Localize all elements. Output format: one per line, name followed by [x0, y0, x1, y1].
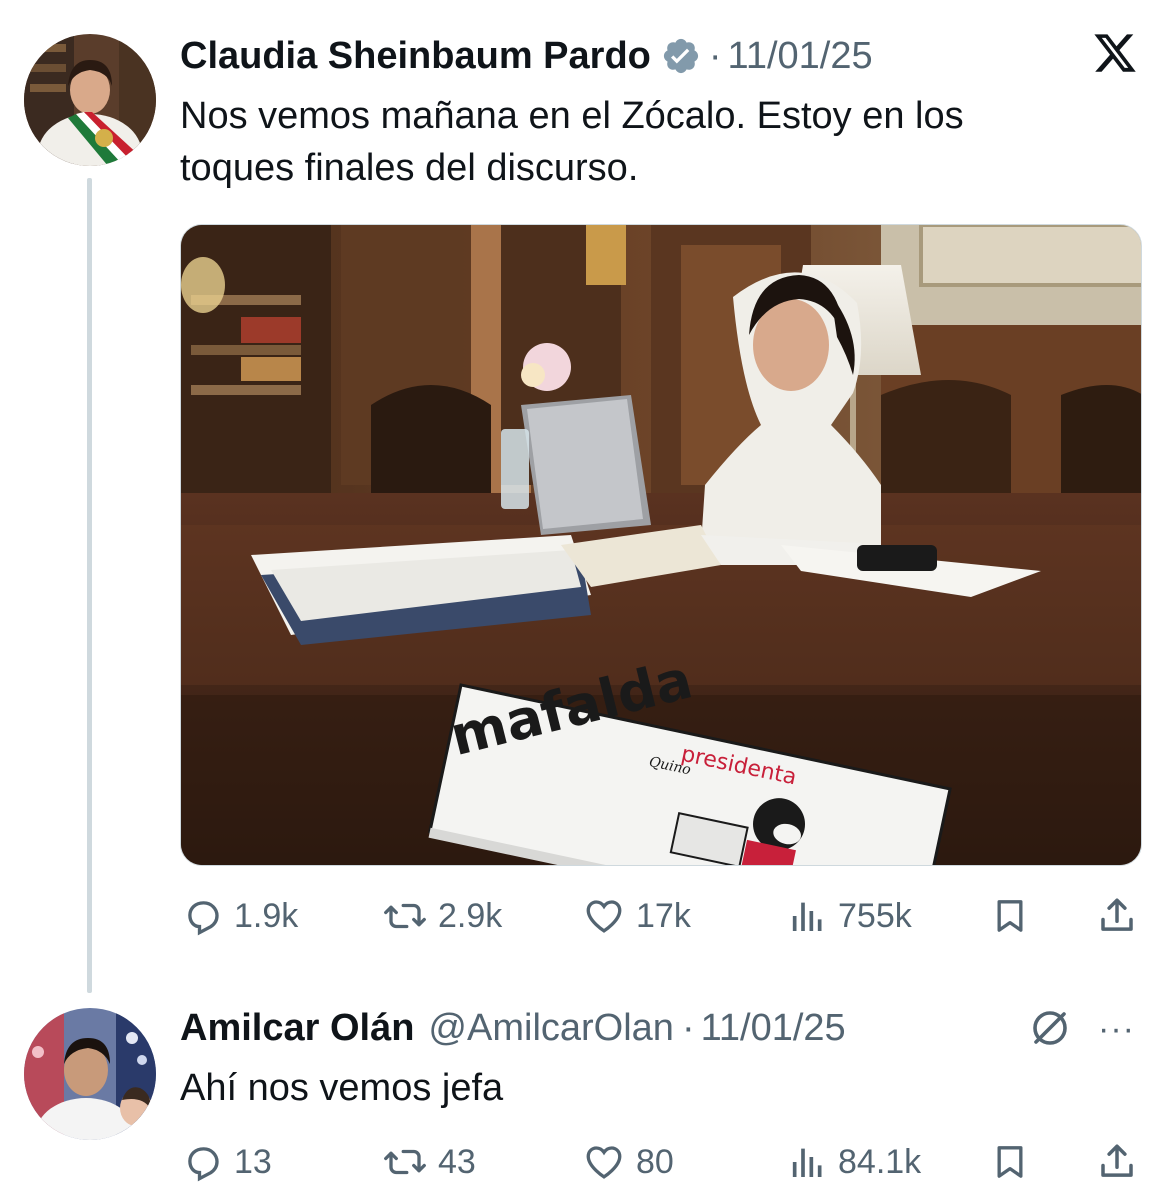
views-button[interactable]: 755k [788, 886, 912, 946]
share-button[interactable] [1096, 886, 1138, 946]
bookmark-icon [990, 894, 1030, 938]
repost-count: 2.9k [438, 896, 503, 935]
thread-line [87, 178, 92, 993]
repost-button[interactable]: 43 [382, 1132, 476, 1192]
tweet-actions: 1.9k 2.9k 17k 755k [0, 886, 1166, 946]
author-name[interactable]: Claudia Sheinbaum Pardo [180, 35, 651, 78]
like-count: 80 [636, 1142, 674, 1181]
reply-icon [182, 895, 224, 937]
bookmark-icon [990, 1140, 1030, 1184]
reply-count: 1.9k [234, 896, 299, 935]
avatar-amilcar[interactable] [24, 1008, 156, 1140]
heart-icon [582, 1141, 626, 1183]
like-count: 17k [636, 896, 691, 935]
repost-button[interactable]: 2.9k [382, 886, 502, 946]
repost-icon [382, 1141, 428, 1183]
more-icon[interactable]: ··· [1098, 1010, 1135, 1049]
views-icon [788, 1141, 828, 1183]
tweet-text: Nos vemos mañana en el Zócalo. Estoy en … [180, 90, 964, 194]
bookmark-button[interactable] [990, 886, 1030, 946]
avatar-claudia[interactable] [24, 34, 156, 166]
views-icon [788, 895, 828, 937]
tweet-date[interactable]: 11/01/25 [701, 1007, 846, 1050]
like-button[interactable]: 17k [582, 886, 691, 946]
like-button[interactable]: 80 [582, 1132, 674, 1192]
heart-icon [582, 895, 626, 937]
share-button[interactable] [1096, 1132, 1138, 1192]
tweet-reply[interactable]: Amilcar Olán @AmilcarOlan · 11/01/25 ···… [0, 990, 1166, 1200]
author-name[interactable]: Amilcar Olán [180, 1007, 414, 1050]
separator-dot: · [708, 34, 722, 77]
repost-count: 43 [438, 1142, 476, 1181]
tweet-actions: 13 43 80 84.1k [0, 1132, 1166, 1192]
tweet-text: Ahí nos vemos jefa [180, 1067, 504, 1109]
share-icon [1096, 894, 1138, 938]
views-count: 755k [838, 896, 912, 935]
reply-button[interactable]: 13 [182, 1132, 272, 1192]
verified-badge-icon [661, 36, 701, 76]
tweet-text-line: Nos vemos mañana en el Zócalo. Estoy en … [180, 95, 964, 137]
separator-dot: · [681, 1006, 695, 1049]
bookmark-button[interactable] [990, 1132, 1030, 1192]
author-handle[interactable]: @AmilcarOlan [428, 1007, 674, 1050]
repost-icon [382, 895, 428, 937]
tweet-date[interactable]: 11/01/25 [728, 35, 873, 78]
tweet-header: Claudia Sheinbaum Pardo · 11/01/25 [180, 30, 873, 82]
reply-icon [182, 1141, 224, 1183]
views-button[interactable]: 84.1k [788, 1132, 921, 1192]
x-logo-icon[interactable] [1092, 30, 1138, 76]
tweet-main[interactable]: Claudia Sheinbaum Pardo · 11/01/25 Nos v… [0, 0, 1166, 993]
tweet-header: Amilcar Olán @AmilcarOlan · 11/01/25 [180, 1002, 846, 1054]
reply-count: 13 [234, 1142, 272, 1181]
reply-button[interactable]: 1.9k [182, 886, 298, 946]
tweet-text-line: toques finales del discurso. [180, 147, 639, 189]
views-count: 84.1k [838, 1142, 922, 1181]
share-icon [1096, 1140, 1138, 1184]
tweet-photo[interactable]: mafalda presidenta Quino [180, 224, 1142, 866]
grok-icon[interactable] [1026, 1004, 1074, 1052]
